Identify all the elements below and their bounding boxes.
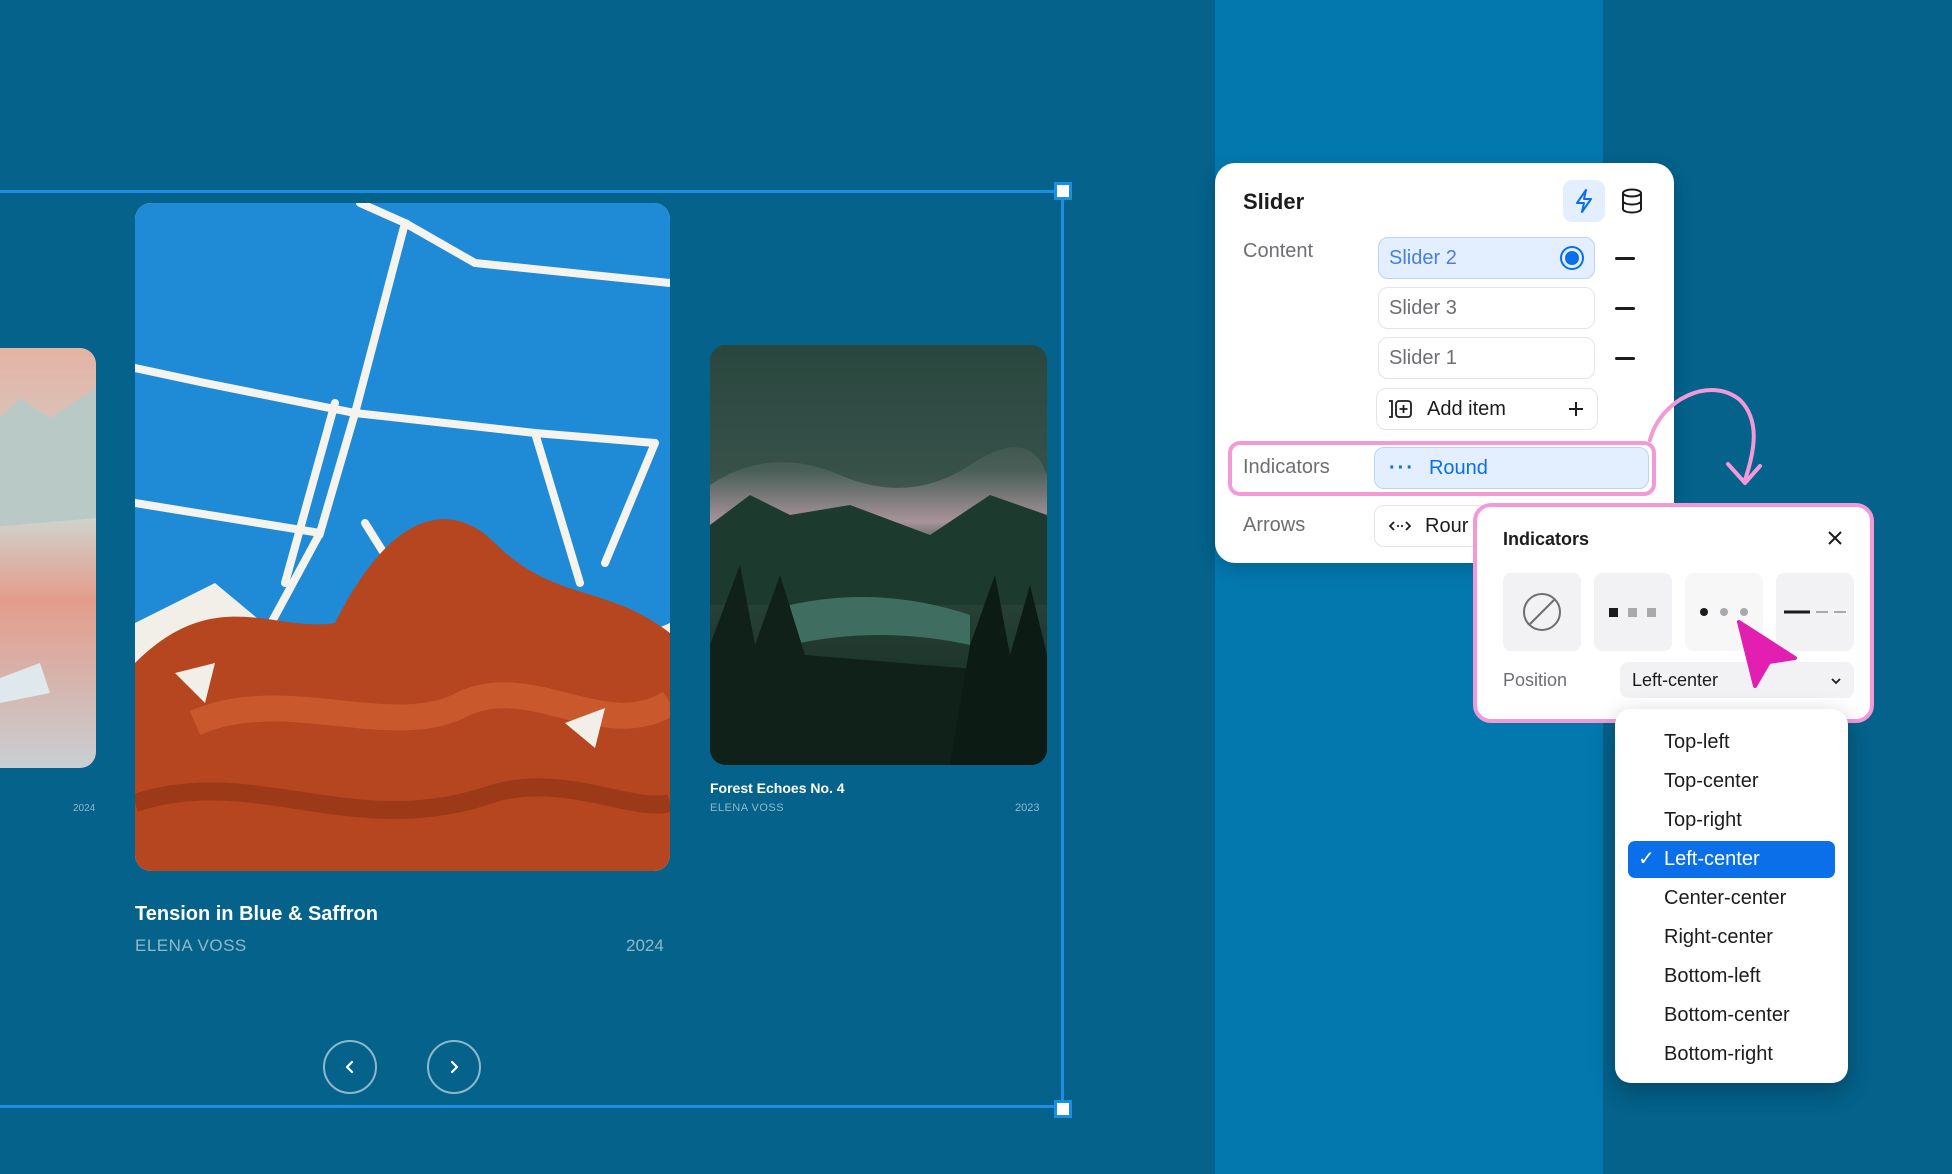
position-label: Position [1503,670,1568,690]
slide-artist-center: ELENA VOSS [135,936,247,955]
resize-handle-top-right[interactable] [1054,182,1072,200]
indicators-value: Round [1428,456,1488,479]
slide-title-center: Tension in Blue & Saffron [135,903,378,925]
slide-image-right[interactable] [710,345,1047,765]
cursor-pointer-icon [1737,620,1797,688]
add-item-label: Add item [1427,397,1506,420]
lines-icon [1784,610,1846,614]
position-dropdown: Top-left Top-center Top-right ✓ Left-cen… [1615,709,1848,1083]
add-item-icon [1389,400,1412,418]
dropdown-option-left-center[interactable]: ✓ Left-center [1628,841,1835,878]
dropdown-option-center-center[interactable]: Center-center [1628,880,1835,917]
prev-slide-button[interactable] [323,1040,377,1094]
arrows-horizontal-icon [1389,521,1411,531]
indicators-popover: Indicators Position Left-center [1473,503,1874,723]
annotation-curve-arrow-icon [1648,388,1762,485]
remove-slider-1-button[interactable] [1615,357,1635,360]
slide-year-center: 2024 [626,936,664,955]
add-item-button[interactable]: Add item [1376,388,1598,430]
dropdown-option-bottom-right[interactable]: Bottom-right [1628,1036,1835,1073]
dots-icon [1700,608,1748,616]
position-value: Left-center [1632,670,1719,690]
indicator-style-squares[interactable] [1594,573,1672,651]
indicator-style-none[interactable] [1503,573,1581,651]
content-item-slider-2[interactable]: Slider 2 [1378,237,1595,279]
slide-image-center[interactable] [135,203,670,871]
content-item-label: Slider 2 [1389,246,1457,269]
resize-handle-bottom-right[interactable] [1054,1100,1072,1118]
checkmark-icon: ✓ [1638,848,1655,870]
selected-radio-icon [1560,246,1584,270]
database-icon [1622,188,1642,214]
dropdown-option-bottom-left[interactable]: Bottom-left [1628,958,1835,995]
arrows-label: Arrows [1243,514,1306,536]
dropdown-option-top-right[interactable]: Top-right [1628,802,1835,839]
panel-title: Slider [1243,189,1305,214]
slide-image-left[interactable] [0,348,96,768]
close-icon[interactable] [1826,529,1844,547]
chevron-down-icon [1831,678,1841,685]
slide-artist-right: ELENA VOSS [710,802,785,814]
data-source-button[interactable] [1615,184,1649,218]
squares-icon [1609,608,1656,617]
lightning-icon [1576,189,1592,213]
dots-icon: ··· [1389,456,1415,479]
slide-year-right: 2023 [1015,802,1040,814]
popover-title: Indicators [1503,529,1590,549]
interactions-button[interactable] [1563,180,1605,222]
remove-slider-2-button[interactable] [1615,257,1635,260]
dropdown-option-bottom-center[interactable]: Bottom-center [1628,997,1835,1034]
dropdown-option-top-left[interactable]: Top-left [1628,724,1835,761]
next-slide-button[interactable] [427,1040,481,1094]
slide-year-left: 2024 [73,803,96,814]
chevron-right-icon [450,1060,459,1074]
remove-slider-3-button[interactable] [1615,307,1635,310]
chevron-left-icon [345,1060,354,1074]
content-item-slider-3[interactable]: Slider 3 [1378,287,1595,329]
dropdown-option-right-center[interactable]: Right-center [1628,919,1835,956]
none-icon [1523,593,1561,631]
indicators-select[interactable]: ··· Round [1374,447,1649,489]
dropdown-option-top-center[interactable]: Top-center [1628,763,1835,800]
slide-title-right: Forest Echoes No. 4 [710,780,845,796]
content-label: Content [1243,240,1314,262]
content-item-label: Slider 1 [1389,346,1457,369]
indicators-label: Indicators [1243,456,1330,478]
arrows-value: Rour [1425,514,1469,537]
plus-icon [1569,402,1583,416]
content-item-slider-1[interactable]: Slider 1 [1378,337,1595,379]
content-item-label: Slider 3 [1389,296,1457,319]
